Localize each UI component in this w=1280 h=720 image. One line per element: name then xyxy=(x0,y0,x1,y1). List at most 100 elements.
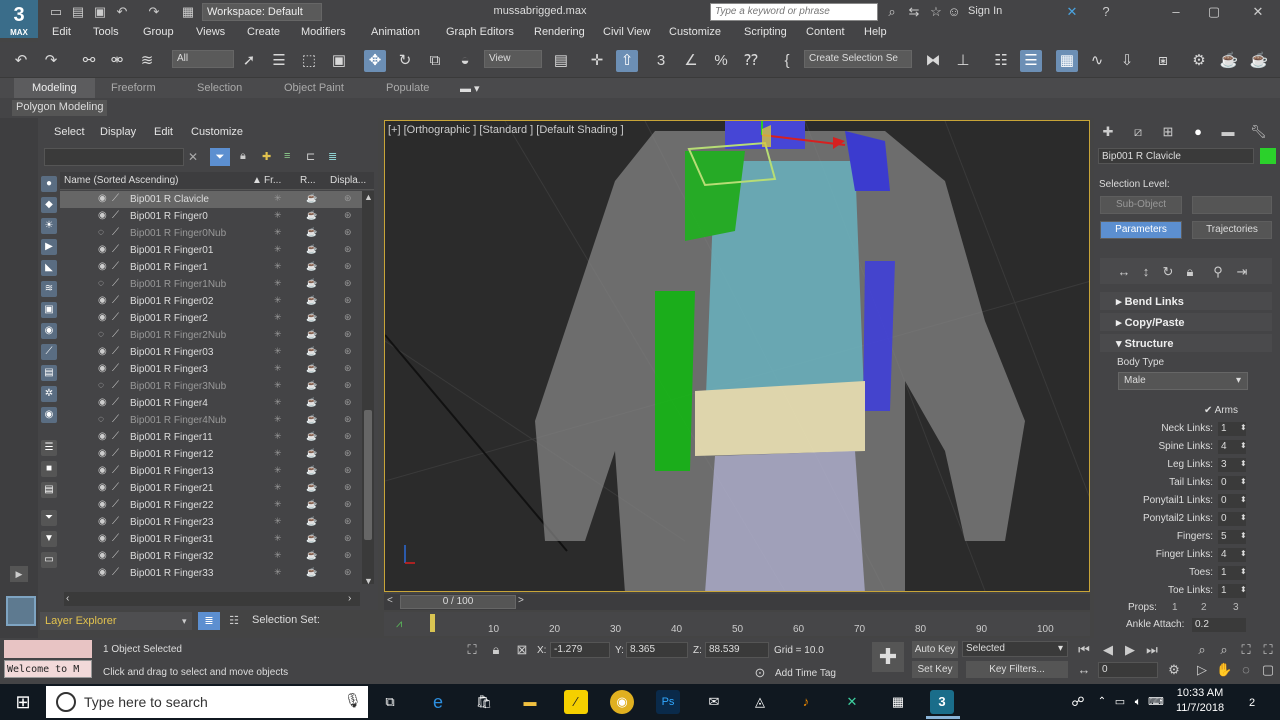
field-of-view-icon[interactable]: ▷ xyxy=(1194,662,1210,678)
previous-frame-icon[interactable]: ◀ xyxy=(1100,642,1116,658)
explorer-row[interactable]: ◉ ⟋ Bip001 R Finger33 ✳ ☕ ⊛ xyxy=(60,565,362,582)
orbit-icon[interactable]: ◌ xyxy=(1238,662,1254,678)
file-explorer-icon[interactable]: ▬ xyxy=(518,690,542,714)
edit-named-selection-icon[interactable]: { xyxy=(776,50,798,72)
freeze-icon[interactable]: ✳ xyxy=(274,244,282,255)
expand-arrow-icon[interactable]: ▶ xyxy=(10,566,28,582)
freeze-icon[interactable]: ✳ xyxy=(274,499,282,510)
display-icon[interactable]: ⊛ xyxy=(344,397,352,408)
store-icon[interactable]: 🛍︎ xyxy=(472,690,496,714)
visibility-eye-icon[interactable]: ◉ xyxy=(98,312,107,323)
viewport-layout-icon[interactable] xyxy=(6,596,36,626)
display-icon[interactable]: ⊛ xyxy=(344,278,352,289)
menu-modifiers[interactable]: Modifiers xyxy=(301,26,346,38)
display-icon[interactable]: ⊛ xyxy=(344,210,352,221)
schematic-view-icon[interactable]: ⇩ xyxy=(1116,50,1138,72)
app-x-icon[interactable]: ✕ xyxy=(840,690,864,714)
visibility-eye-icon[interactable]: ◉ xyxy=(98,431,107,442)
visibility-eye-icon[interactable]: ◌ xyxy=(98,380,104,391)
structure-rollout[interactable]: ▾ Structure xyxy=(1100,334,1272,352)
exchange-icon[interactable]: ✕ xyxy=(1064,4,1080,20)
visibility-eye-icon[interactable]: ◉ xyxy=(98,482,107,493)
redo-icon[interactable]: ↷ xyxy=(146,4,162,20)
explorer-row[interactable]: ◉ ⟋ Bip001 R Finger13 ✳ ☕ ⊛ xyxy=(60,463,362,480)
freeze-icon[interactable]: ✳ xyxy=(274,482,282,493)
space-warps-icon[interactable]: ≋ xyxy=(41,281,57,297)
list-icon[interactable]: ☰ xyxy=(41,440,57,456)
menu-help[interactable]: Help xyxy=(864,26,887,38)
keyboard-shortcut-override-icon[interactable]: ⇧ xyxy=(616,50,638,72)
viewport-label[interactable]: [+] [Orthographic ] [Standard ] [Default… xyxy=(388,124,624,136)
fl-studio-icon[interactable]: ♪ xyxy=(794,690,818,714)
display-icon[interactable]: ⊛ xyxy=(344,567,352,578)
explorer-row[interactable]: ◉ ⟋ Bip001 R Finger3 ✳ ☕ ⊛ xyxy=(60,361,362,378)
mail-icon[interactable]: ✉ xyxy=(702,690,726,714)
zoom-extents-icon[interactable]: ⛶ xyxy=(1238,642,1254,658)
load-file-icon[interactable]: ⇥ xyxy=(1234,264,1250,280)
visibility-eye-icon[interactable]: ◉ xyxy=(98,533,107,544)
notifications-icon[interactable]: 2 xyxy=(1240,690,1264,714)
material-editor-icon[interactable]: ⧆ xyxy=(1152,50,1174,72)
sofa-icon[interactable]: ▭ xyxy=(41,552,57,568)
visibility-eye-icon[interactable]: ◉ xyxy=(98,210,107,221)
modify-tab-icon[interactable]: ⧄ xyxy=(1130,124,1146,140)
motion-tab-icon[interactable]: ● xyxy=(1190,124,1206,140)
bend-links-rollout[interactable]: ▸ Bend Links xyxy=(1100,292,1272,310)
explorer-row[interactable]: ◉ ⟋ Bip001 R Finger03 ✳ ☕ ⊛ xyxy=(60,344,362,361)
menu-tools[interactable]: Tools xyxy=(93,26,119,38)
freeze-icon[interactable]: ✳ xyxy=(274,295,282,306)
visibility-eye-icon[interactable]: ◉ xyxy=(98,244,107,255)
freeze-icon[interactable]: ✳ xyxy=(274,210,282,221)
explorer-row[interactable]: ◉⟋Bip001 R Finger41✳☕⊛ xyxy=(60,582,362,584)
square-icon[interactable]: ■ xyxy=(41,461,57,477)
user-icon[interactable]: ☺ xyxy=(946,4,962,20)
lock-icon[interactable]: 🔒︎ xyxy=(240,150,246,163)
renderable-icon[interactable]: ☕ xyxy=(306,448,317,459)
doc-icon[interactable]: ▤ xyxy=(41,482,57,498)
time-prev-icon[interactable]: < xyxy=(387,595,393,606)
column-frozen[interactable]: Fr... xyxy=(264,175,281,186)
zoom-extents-all-icon[interactable]: ⛶ xyxy=(1260,642,1276,658)
binoculars-icon[interactable]: ⌕ xyxy=(884,4,900,20)
ribbon-options-icon[interactable]: ▬ ▾ xyxy=(460,82,480,95)
pivot-center-icon[interactable]: ▤ xyxy=(550,50,572,72)
tab-modeling[interactable]: Modeling xyxy=(14,78,95,98)
freeze-icon[interactable]: ✳ xyxy=(274,465,282,476)
freeze-icon[interactable]: ✳ xyxy=(274,533,282,544)
renderable-icon[interactable]: ☕ xyxy=(306,329,317,340)
calculator-icon[interactable]: ▦ xyxy=(886,690,910,714)
next-frame-icon[interactable]: ⏭ xyxy=(1144,642,1160,658)
network-icon[interactable]: ▭ xyxy=(1112,690,1128,714)
explorer-menu-customize[interactable]: Customize xyxy=(191,126,243,138)
zoom-all-icon[interactable]: ⌕ xyxy=(1216,642,1232,658)
spinner-arrows-icon[interactable]: ⬍ xyxy=(1240,585,1247,594)
groups-icon[interactable]: ▣ xyxy=(41,302,57,318)
freeze-icon[interactable]: ✳ xyxy=(274,448,282,459)
maxscript-mini-listener[interactable]: Welcome to M xyxy=(4,660,92,678)
y-coordinate-field[interactable]: 8.365 xyxy=(626,642,688,658)
sort-icon[interactable]: ▲ xyxy=(252,175,262,186)
display-icon[interactable]: ⊛ xyxy=(344,261,352,272)
menu-graph-editors[interactable]: Graph Editors xyxy=(446,26,514,38)
freeze-icon[interactable]: ✳ xyxy=(274,227,282,238)
layer-explorer-dropdown[interactable]: Layer Explorer xyxy=(40,612,192,630)
visibility-eye-icon[interactable]: ◉ xyxy=(98,397,107,408)
layer-dropdown-arrow-icon[interactable]: ▾ xyxy=(182,616,187,627)
explorer-row[interactable]: ◌ ⟋ Bip001 R Finger0Nub ✳ ☕ ⊛ xyxy=(60,225,362,242)
display-icon[interactable]: ⊛ xyxy=(344,329,352,340)
new-file-icon[interactable]: ▭ xyxy=(48,4,64,20)
prop-1-radio[interactable]: 1 xyxy=(1172,602,1178,613)
select-and-scale-icon[interactable]: ⧉ xyxy=(424,50,446,72)
column-name[interactable]: Name (Sorted Ascending) xyxy=(64,175,179,186)
help-icon[interactable]: ? xyxy=(1098,4,1114,20)
visibility-eye-icon[interactable]: ◉ xyxy=(98,295,107,306)
spinner-arrows-icon[interactable]: ⬍ xyxy=(1240,549,1247,558)
menu-group[interactable]: Group xyxy=(143,26,174,38)
freeze-icon[interactable]: ✳ xyxy=(274,312,282,323)
render-production-icon[interactable]: ☕ xyxy=(1248,50,1270,72)
search-input[interactable]: Type a keyword or phrase xyxy=(710,3,878,21)
taskbar-search-input[interactable]: Type here to search xyxy=(46,686,368,718)
reference-coordinate-dropdown[interactable]: View xyxy=(484,50,542,68)
shapes-icon[interactable]: ◆ xyxy=(41,197,57,213)
prop-3-radio[interactable]: 3 xyxy=(1233,602,1239,613)
